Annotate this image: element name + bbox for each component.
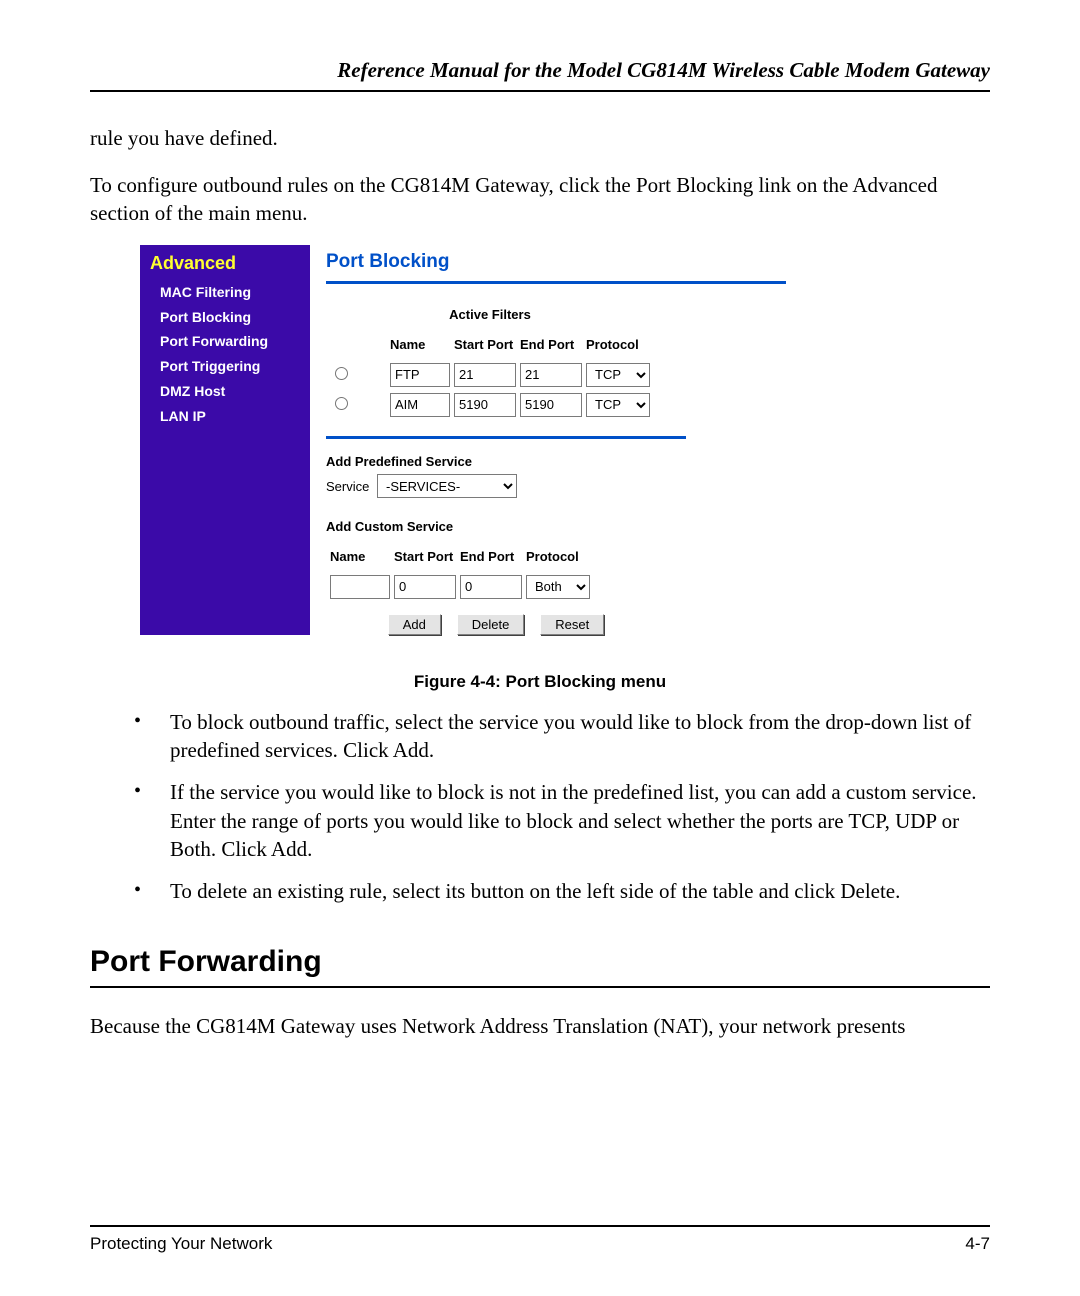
active-filter-row-aim: TCP <box>330 392 650 418</box>
button-row: Add Delete Reset <box>326 614 666 635</box>
col-name: Name <box>390 332 450 358</box>
active-start-ftp[interactable] <box>454 363 516 387</box>
figure-port-blocking: Advanced MAC Filtering Port Blocking Por… <box>140 245 990 634</box>
page: Reference Manual for the Model CG814M Wi… <box>0 0 1080 1296</box>
instruction-list: To block outbound traffic, select the se… <box>90 708 990 906</box>
active-filters-header-row: Name Start Port End Port Protocol <box>330 332 650 358</box>
active-proto-ftp[interactable]: TCP <box>586 363 650 387</box>
panel-port-blocking: Port Blocking Active Filters Name Start … <box>310 245 800 634</box>
custom-col-proto: Protocol <box>526 544 590 570</box>
sidebar-item-dmz-host[interactable]: DMZ Host <box>150 379 300 404</box>
header-rule <box>90 90 990 92</box>
paragraph-continuation: rule you have defined. <box>90 124 990 152</box>
custom-col-start: Start Port <box>394 544 456 570</box>
col-end: End Port <box>520 332 582 358</box>
bullet-block-outbound: To block outbound traffic, select the se… <box>134 708 990 765</box>
active-end-ftp[interactable] <box>520 363 582 387</box>
custom-heading: Add Custom Service <box>326 518 800 536</box>
page-footer: Protecting Your Network 4-7 <box>90 1225 990 1256</box>
add-button[interactable]: Add <box>388 614 441 635</box>
col-start: Start Port <box>454 332 516 358</box>
closing-paragraph: Because the CG814M Gateway uses Network … <box>90 1012 990 1040</box>
active-filter-radio-aim[interactable] <box>335 397 348 410</box>
bullet-delete-rule: To delete an existing rule, select its b… <box>134 877 990 905</box>
running-head: Reference Manual for the Model CG814M Wi… <box>90 56 990 84</box>
section-heading-port-forwarding: Port Forwarding <box>90 942 990 983</box>
panel-rule-mid <box>326 436 686 439</box>
custom-col-name: Name <box>330 544 390 570</box>
active-filters-table: Active Filters Name Start Port End Port … <box>326 306 654 422</box>
custom-service-table: Name Start Port End Port Protocol Both <box>326 540 594 604</box>
sidebar-item-port-forwarding[interactable]: Port Forwarding <box>150 329 300 354</box>
panel-title: Port Blocking <box>326 249 800 275</box>
active-filter-radio-ftp[interactable] <box>335 367 348 380</box>
predefined-service-select[interactable]: -SERVICES- <box>377 474 517 498</box>
custom-header-row: Name Start Port End Port Protocol <box>330 544 590 570</box>
figure-caption: Figure 4-4: Port Blocking menu <box>90 671 990 694</box>
predefined-heading: Add Predefined Service <box>326 453 800 471</box>
active-end-aim[interactable] <box>520 393 582 417</box>
ui-port-blocking: Advanced MAC Filtering Port Blocking Por… <box>140 245 800 634</box>
reset-button[interactable]: Reset <box>540 614 604 635</box>
sidebar-title: Advanced <box>150 249 300 279</box>
custom-name-input[interactable] <box>330 575 390 599</box>
active-proto-aim[interactable]: TCP <box>586 393 650 417</box>
custom-start-input[interactable] <box>394 575 456 599</box>
active-filters-caption: Active Filters <box>326 306 654 328</box>
sidebar-item-lan-ip[interactable]: LAN IP <box>150 404 300 429</box>
active-name-aim[interactable] <box>390 393 450 417</box>
body-text: rule you have defined. To configure outb… <box>90 124 990 227</box>
bullet-custom-service: If the service you would like to block i… <box>134 778 990 863</box>
section-rule <box>90 986 990 988</box>
sidebar-item-port-blocking[interactable]: Port Blocking <box>150 305 300 330</box>
footer-right: 4-7 <box>965 1233 990 1256</box>
footer-left: Protecting Your Network <box>90 1233 272 1256</box>
active-start-aim[interactable] <box>454 393 516 417</box>
panel-rule-top <box>326 281 786 284</box>
sidebar-item-mac-filtering[interactable]: MAC Filtering <box>150 280 300 305</box>
closing-text: Because the CG814M Gateway uses Network … <box>90 1012 990 1040</box>
active-filter-row-ftp: TCP <box>330 362 650 388</box>
predefined-row: Service -SERVICES- <box>326 474 800 498</box>
col-proto: Protocol <box>586 332 650 358</box>
sidebar-advanced: Advanced MAC Filtering Port Blocking Por… <box>140 245 310 634</box>
predefined-label: Service <box>326 479 369 494</box>
sidebar-item-port-triggering[interactable]: Port Triggering <box>150 354 300 379</box>
custom-end-input[interactable] <box>460 575 522 599</box>
custom-input-row: Both <box>330 574 590 600</box>
delete-button[interactable]: Delete <box>457 614 525 635</box>
active-name-ftp[interactable] <box>390 363 450 387</box>
footer-rule <box>90 1225 990 1227</box>
custom-proto-select[interactable]: Both <box>526 575 590 599</box>
custom-col-end: End Port <box>460 544 522 570</box>
paragraph-instructions: To configure outbound rules on the CG814… <box>90 171 990 228</box>
